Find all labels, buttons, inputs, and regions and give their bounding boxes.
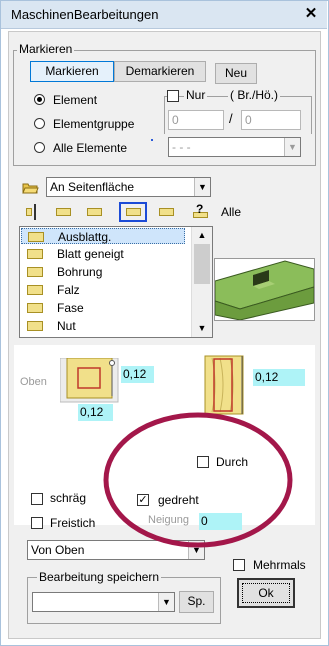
mehrmals-label: Mehrmals [253, 558, 306, 572]
blue-dot-marker [151, 139, 153, 141]
face-top-icon[interactable] [84, 203, 104, 219]
freistich-label: Freistich [50, 516, 96, 530]
machining-list[interactable]: Ausblattg. Blatt geneigt Bohrung Falz Fa… [19, 226, 213, 338]
schraeg-checkbox[interactable] [31, 493, 43, 505]
face-left-icon-line [34, 204, 36, 220]
face-all-sides-icon[interactable] [119, 202, 147, 222]
oben-label: Oben [20, 376, 47, 388]
markieren-button[interactable]: Markieren [30, 61, 114, 82]
face-all-sides-icon-shape [126, 208, 141, 216]
face-front-icon[interactable] [53, 203, 73, 219]
list-item[interactable]: Fase [21, 300, 185, 316]
scroll-down-icon[interactable]: ▼ [192, 320, 212, 336]
list-item-label: Fase [57, 301, 84, 315]
radio-elementgruppe-label: Elementgruppe [53, 117, 135, 131]
list-item-label: Bohrung [57, 265, 103, 279]
radio-elementgruppe[interactable] [34, 118, 45, 129]
sp-button[interactable]: Sp. [179, 591, 214, 613]
preview-beam-svg [214, 260, 315, 321]
list-item-label: Nut [57, 319, 76, 333]
highlight-ellipse [103, 412, 293, 548]
ok-button[interactable]: Ok [237, 578, 295, 608]
scroll-up-icon[interactable]: ▲ [192, 227, 212, 243]
nur-checkbox[interactable] [167, 90, 179, 102]
slash-label: / [229, 111, 233, 126]
list-item[interactable]: Nut [21, 318, 185, 334]
face-combo[interactable]: An Seitenfläche ▼ [46, 177, 211, 197]
close-button[interactable]: ✕ [300, 4, 322, 24]
chevron-down-icon: ▼ [194, 178, 210, 196]
face-back-icon[interactable] [156, 203, 176, 219]
nut-icon [27, 321, 43, 331]
mehrmals-checkbox[interactable] [233, 559, 245, 571]
nur-type-combo-value: - - - [172, 140, 191, 154]
nur-label: Nur [184, 88, 208, 102]
help-question-mark: ? [196, 202, 204, 216]
folder-svg [22, 183, 39, 194]
dim-side-field[interactable]: 0,12 [253, 369, 305, 386]
face-front-icon-shape [56, 208, 71, 216]
ausblattung-icon [28, 232, 44, 242]
list-item-label: Ausblattg. [58, 230, 112, 244]
face-left-icon[interactable] [22, 203, 42, 220]
top-view-svg [59, 357, 119, 403]
bohrung-icon [27, 267, 43, 277]
neu-button[interactable]: Neu [215, 63, 257, 84]
save-combo[interactable]: ▼ [32, 592, 175, 612]
radio-alle-elemente[interactable] [34, 142, 45, 153]
list-item-label: Falz [57, 283, 80, 297]
folder-icon[interactable] [22, 181, 39, 194]
highlight-ellipse-shape [103, 412, 293, 548]
machining-preview-image [214, 258, 315, 321]
freistich-checkbox[interactable] [31, 517, 43, 529]
chevron-down-icon: ▼ [158, 593, 174, 611]
face-combo-value: An Seitenfläche [50, 180, 135, 194]
direction-combo-value: Von Oben [31, 543, 85, 557]
schraeg-label: schräg [50, 491, 87, 505]
falz-icon [27, 285, 43, 295]
radio-element-label: Element [53, 93, 98, 107]
face-top-icon-shape [87, 208, 102, 216]
nur-type-combo[interactable]: - - - ▼ [168, 137, 301, 157]
br-ho-label: ( Br./Hö.) [228, 88, 281, 102]
radio-element[interactable] [34, 94, 45, 105]
ok-button-focus: Ok [242, 583, 290, 603]
list-item[interactable]: Ausblattg. [21, 228, 185, 244]
nur-height-field[interactable]: 0 [241, 110, 301, 130]
list-item-label: Blatt geneigt [57, 247, 124, 261]
list-item[interactable]: Bohrung [21, 264, 185, 280]
radio-alle-elemente-label: Alle Elemente [53, 141, 128, 155]
help-icon[interactable]: ? [190, 202, 210, 219]
scroll-thumb[interactable] [194, 244, 210, 284]
blatt-geneigt-icon [27, 249, 43, 259]
chevron-down-icon: ▼ [284, 138, 300, 156]
nur-width-field[interactable]: 0 [168, 110, 224, 130]
alle-label[interactable]: Alle [221, 205, 241, 219]
list-item[interactable]: Falz [21, 282, 185, 298]
face-left-icon-shape [26, 208, 32, 216]
face-back-icon-shape [159, 208, 174, 216]
window-title: MaschinenBearbeitungen [11, 7, 159, 22]
save-legend: Bearbeitung speichern [37, 570, 162, 584]
markieren-legend: Markieren [17, 42, 75, 56]
demarkieren-button[interactable]: Demarkieren [114, 61, 206, 82]
top-view-diagram [59, 357, 120, 404]
list-scrollbar[interactable]: ▲ ▼ [191, 227, 212, 337]
dim-right-field[interactable]: 0,12 [121, 366, 154, 383]
list-item[interactable]: Blatt geneigt [21, 246, 185, 262]
fase-icon [27, 303, 43, 313]
